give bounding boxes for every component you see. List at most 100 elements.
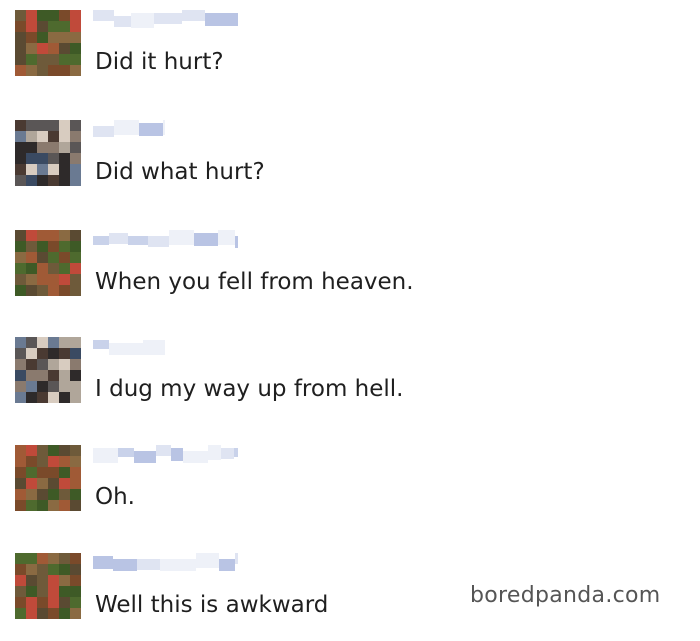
- message: I dug my way up from hell.: [15, 337, 575, 407]
- blur-block: [137, 559, 160, 570]
- avatar-pixel: [59, 392, 70, 403]
- avatar-pixel: [26, 10, 37, 21]
- avatar-pixel: [37, 10, 48, 21]
- avatar-pixel: [37, 348, 48, 359]
- avatar-pixel: [70, 586, 81, 597]
- blur-block: [156, 445, 171, 456]
- avatar-pixel: [26, 359, 37, 370]
- message-text: Well this is awkward: [95, 592, 329, 618]
- avatar-pixel: [15, 564, 26, 575]
- sender-name-blurred[interactable]: [93, 230, 238, 248]
- avatar-pixel: [26, 456, 37, 467]
- message: Did it hurt?: [15, 10, 575, 80]
- sender-name-blurred[interactable]: [93, 445, 238, 463]
- message: Oh.: [15, 445, 575, 515]
- avatar-pixel: [15, 370, 26, 381]
- avatar-pixel: [70, 65, 81, 76]
- blur-block: [148, 236, 169, 247]
- blur-block: [194, 233, 218, 246]
- blur-block: [183, 451, 208, 463]
- avatar-pixel: [59, 575, 70, 586]
- blur-block: [143, 340, 165, 355]
- avatar-pixel: [15, 478, 26, 489]
- avatar-pixel: [70, 285, 81, 296]
- avatar-pixel: [48, 500, 59, 511]
- avatar-pixel: [26, 252, 37, 263]
- blur-block: [235, 236, 238, 248]
- blur-block: [219, 559, 235, 571]
- blur-block: [93, 340, 109, 349]
- avatar-pixel: [70, 263, 81, 274]
- avatar-pixel: [15, 54, 26, 65]
- blur-block: [208, 445, 221, 460]
- blur-block: [93, 448, 118, 463]
- avatar-pixel: [26, 131, 37, 142]
- avatar-pixel: [70, 597, 81, 608]
- avatar[interactable]: [15, 120, 81, 186]
- avatar-pixel: [26, 597, 37, 608]
- avatar-pixel: [26, 153, 37, 164]
- avatar-pixel: [26, 43, 37, 54]
- avatar-pixel: [48, 456, 59, 467]
- avatar-pixel: [37, 608, 48, 619]
- avatar-pixel: [70, 564, 81, 575]
- avatar-pixel: [15, 131, 26, 142]
- blur-block: [118, 448, 134, 457]
- avatar-pixel: [59, 370, 70, 381]
- avatar-pixel: [37, 131, 48, 142]
- avatar[interactable]: [15, 337, 81, 403]
- avatar-pixel: [59, 608, 70, 619]
- sender-name-blurred[interactable]: [93, 120, 165, 138]
- avatar[interactable]: [15, 10, 81, 76]
- avatar-pixel: [48, 120, 59, 131]
- avatar-pixel: [59, 597, 70, 608]
- avatar[interactable]: [15, 553, 81, 619]
- avatar-pixel: [15, 164, 26, 175]
- avatar-pixel: [59, 142, 70, 153]
- avatar-pixel: [26, 263, 37, 274]
- avatar-pixel: [59, 175, 70, 186]
- avatar-pixel: [48, 263, 59, 274]
- message-text: Did it hurt?: [95, 49, 224, 75]
- avatar-pixel: [70, 553, 81, 564]
- avatar-pixel: [37, 175, 48, 186]
- avatar-pixel: [59, 120, 70, 131]
- avatar-pixel: [15, 467, 26, 478]
- message-text: I dug my way up from hell.: [95, 376, 404, 402]
- avatar-pixel: [15, 586, 26, 597]
- blur-block: [160, 559, 179, 571]
- avatar-pixel: [48, 381, 59, 392]
- blur-block: [221, 448, 234, 459]
- avatar-pixel: [15, 241, 26, 252]
- avatar-pixel: [70, 21, 81, 32]
- sender-name-blurred[interactable]: [93, 337, 165, 355]
- avatar-pixel: [15, 21, 26, 32]
- avatar-pixel: [70, 608, 81, 619]
- avatar-pixel: [70, 252, 81, 263]
- avatar-pixel: [15, 10, 26, 21]
- avatar-pixel: [15, 359, 26, 370]
- avatar-pixel: [37, 164, 48, 175]
- sender-name-blurred[interactable]: [93, 10, 238, 28]
- message: When you fell from heaven.: [15, 230, 575, 300]
- blur-block: [221, 13, 238, 26]
- avatar-pixel: [37, 575, 48, 586]
- avatar-pixel: [26, 586, 37, 597]
- avatar-pixel: [15, 120, 26, 131]
- avatar-pixel: [48, 553, 59, 564]
- avatar-pixel: [59, 553, 70, 564]
- avatar-pixel: [15, 500, 26, 511]
- blur-block: [169, 230, 194, 245]
- avatar[interactable]: [15, 445, 81, 511]
- avatar-pixel: [37, 142, 48, 153]
- avatar-pixel: [59, 32, 70, 43]
- avatar-pixel: [59, 241, 70, 252]
- avatar[interactable]: [15, 230, 81, 296]
- sender-name-blurred[interactable]: [93, 553, 238, 571]
- watermark: boredpanda.com: [470, 583, 661, 608]
- avatar-pixel: [70, 274, 81, 285]
- avatar-pixel: [48, 21, 59, 32]
- avatar-pixel: [70, 359, 81, 370]
- avatar-pixel: [70, 575, 81, 586]
- blur-block: [171, 448, 183, 461]
